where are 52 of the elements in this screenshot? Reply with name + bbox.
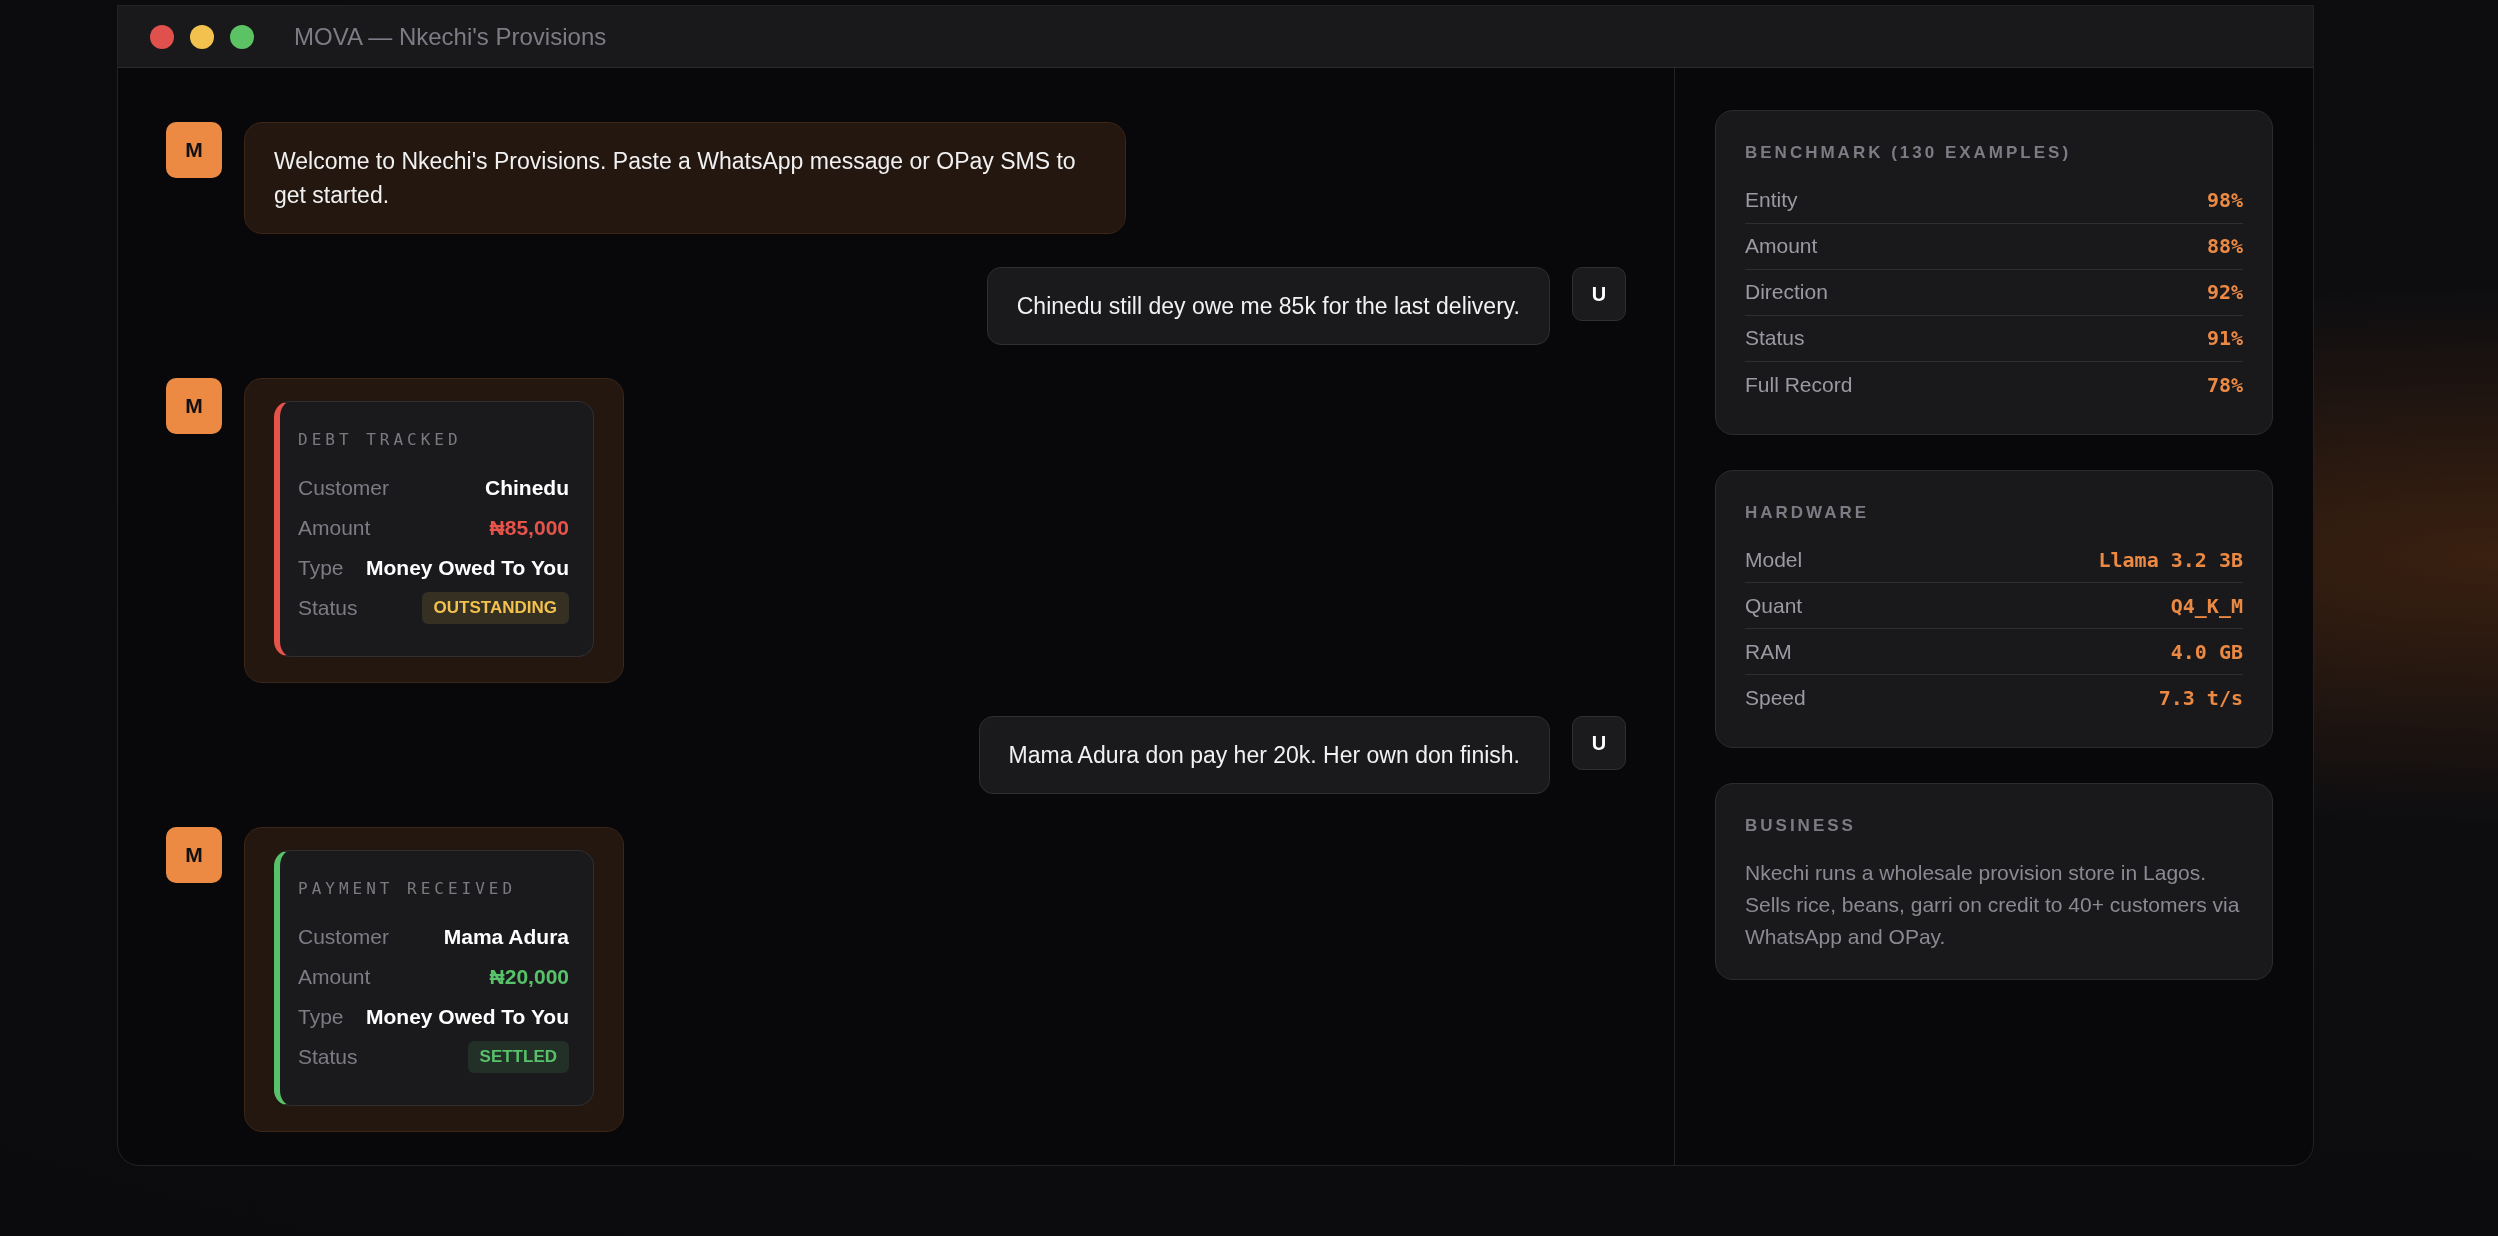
business-description: Nkechi runs a wholesale provision store in Lagos. Sells rice, beans, garri on credit to 40+ customers via WhatsApp and OPay. (1745, 859, 2241, 950)
field-value: ₦20,000 (489, 964, 569, 991)
stat-label: Full Record (1745, 371, 1853, 398)
field-label: Status (298, 595, 358, 622)
field-label: Amount (298, 515, 371, 542)
minimize-button[interactable] (190, 24, 214, 49)
stat-value: 98% (2206, 187, 2243, 214)
card-heading: HARDWARE (1745, 501, 1871, 524)
window-title: MOVA — Nkechi's Provisions (294, 21, 607, 52)
field-label: Amount (298, 964, 371, 991)
stat-value: Llama 3.2 3B (2098, 546, 2243, 574)
avatar: U (1572, 716, 1626, 770)
avatar: M (166, 378, 222, 434)
stat-label: Model (1745, 546, 1803, 573)
card-title: PAYMENT RECEIVED (298, 878, 518, 900)
avatar: M (166, 122, 222, 178)
stat-label: Entity (1745, 187, 1798, 214)
card-heading: BUSINESS (1745, 815, 1857, 837)
status-badge: SETTLED (467, 1041, 569, 1073)
field-label: Status (298, 1044, 358, 1071)
field-value: Mama Adura (443, 924, 569, 951)
stat-label: Amount (1745, 233, 1818, 260)
stat-label: Quant (1745, 592, 1803, 619)
stat-label: Direction (1745, 279, 1828, 306)
field-label: Type (298, 1004, 344, 1031)
field-value: Chinedu (485, 475, 569, 502)
field-label: Customer (298, 924, 390, 951)
zoom-button[interactable] (230, 24, 254, 49)
field-value: ₦85,000 (489, 515, 569, 542)
stat-value: 92% (2206, 279, 2243, 306)
field-value: Money Owed To You (366, 555, 569, 582)
stat-value: 7.3 t/s (2158, 685, 2243, 712)
avatar: M (166, 827, 222, 883)
stat-value: 78% (2206, 371, 2243, 399)
field-value: Money Owed To You (366, 1004, 569, 1031)
stat-value: Q4_K_M (2170, 592, 2243, 620)
field-label: Type (298, 555, 344, 582)
message-bubble: Welcome to Nkechi's Provisions. Paste a WhatsApp message or OPay SMS to get started. (244, 122, 1126, 234)
field-label: Customer (298, 475, 390, 502)
stat-value: 88% (2206, 233, 2243, 260)
message-bubble: Mama Adura don pay her 20k. Her own don finish. (978, 716, 1550, 794)
stat-label: Speed (1745, 685, 1806, 712)
avatar: U (1572, 267, 1626, 321)
stat-label: Status (1745, 325, 1805, 352)
card-title: DEBT TRACKED (298, 429, 463, 451)
stat-value: 4.0 GB (2170, 638, 2243, 666)
stat-value: 91% (2206, 325, 2243, 352)
message-bubble: Chinedu still dey owe me 85k for the last delivery. (986, 267, 1550, 345)
stat-label: RAM (1745, 638, 1792, 665)
close-button[interactable] (150, 24, 174, 49)
card-heading: BENCHMARK (130 EXAMPLES) (1745, 142, 2073, 164)
status-badge: OUTSTANDING (421, 592, 569, 624)
